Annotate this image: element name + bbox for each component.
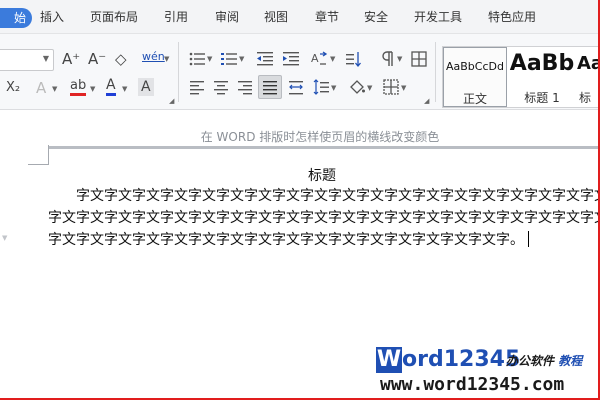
align-left-icon[interactable] — [188, 78, 206, 96]
body-paragraph[interactable]: 字文字文字文字文字文字文字文字文字文字文字文字文字文字文字文字文字文字文字文字文… — [48, 185, 600, 251]
dialog-launcher-icon[interactable]: ◢ — [169, 97, 174, 105]
phonetic-guide-button[interactable]: wén — [142, 48, 165, 66]
chevron-down-icon[interactable]: ▼ — [239, 55, 244, 63]
chevron-down-icon[interactable]: ▼ — [207, 55, 212, 63]
body-paragraph-text: 字文字文字文字文字文字文字文字文字文字文字文字文字文字文字文字文字文字文字文字文… — [48, 188, 600, 248]
tab-insert[interactable]: 插入 — [40, 9, 64, 25]
svg-text:A: A — [311, 52, 319, 65]
header-rule-line — [48, 146, 600, 149]
table-grid-icon[interactable] — [410, 50, 428, 68]
watermark-logo-text: ord12345 — [402, 347, 521, 372]
clear-format-button[interactable]: ◇ — [115, 50, 127, 68]
watermark-subtitle: 办公软件 教程 — [506, 352, 582, 369]
tab-security[interactable]: 安全 — [364, 9, 388, 25]
increase-indent-icon[interactable] — [282, 50, 300, 68]
style-preview: AaBbCcDd — [446, 60, 504, 73]
ribbon-tab-bar: 始 插入 页面布局 引用 审阅 视图 章节 安全 开发工具 特色应用 — [0, 0, 600, 34]
subscript-button[interactable]: X₂ — [6, 79, 20, 97]
style-label: 标题 1 — [524, 91, 560, 105]
align-center-icon[interactable] — [212, 78, 230, 96]
style-normal[interactable]: AaBbCcDd 正文 — [443, 47, 507, 107]
justify-icon — [263, 81, 277, 95]
font-name-select[interactable]: ▼ — [0, 49, 54, 71]
watermark-subtitle-left: 办公软件 — [506, 354, 555, 368]
show-hide-marks-icon[interactable] — [378, 50, 396, 68]
style-preview: AaBb — [509, 51, 575, 76]
decrease-indent-icon[interactable] — [256, 50, 274, 68]
font-color-button[interactable]: A — [106, 78, 116, 96]
chevron-down-icon: ▼ — [42, 54, 49, 63]
left-margin-marker: ▼ — [2, 234, 8, 242]
align-right-icon[interactable] — [236, 78, 254, 96]
text-direction-icon[interactable]: A — [310, 50, 328, 68]
chevron-down-icon[interactable]: ▼ — [122, 85, 127, 93]
grow-font-button[interactable]: A⁺ — [62, 50, 80, 68]
tab-developer-tools[interactable]: 开发工具 — [414, 9, 462, 25]
watermark-url: www.word12345.com — [380, 374, 565, 395]
char-shading-button[interactable]: A — [138, 78, 154, 96]
chevron-down-icon[interactable]: ▼ — [401, 84, 406, 92]
tab-chapter[interactable]: 章节 — [315, 9, 339, 25]
document-title[interactable]: 标题 — [0, 165, 600, 185]
style-heading-2[interactable]: Aa 标 — [575, 47, 600, 107]
tab-start[interactable]: 始 — [0, 8, 32, 28]
tab-page-layout[interactable]: 页面布局 — [90, 9, 138, 25]
ribbon-separator — [435, 42, 436, 102]
chevron-down-icon[interactable]: ▼ — [164, 55, 169, 63]
borders-icon[interactable] — [382, 78, 400, 96]
highlight-button[interactable]: ab — [70, 78, 87, 96]
style-label: 标 — [579, 91, 592, 105]
shrink-font-button[interactable]: A⁻ — [88, 50, 106, 68]
ribbon-toolbar: ▼ A⁺ A⁻ ◇ wén ▼ X₂ A ▼ ab ▼ A ▼ A ◢ ▼ ▼ … — [0, 34, 600, 110]
dialog-launcher-icon[interactable]: ◢ — [424, 97, 429, 105]
bullet-list-icon[interactable] — [188, 50, 206, 68]
margin-corner-mark — [48, 145, 49, 165]
numbered-list-icon[interactable] — [220, 50, 238, 68]
watermark-subtitle-right: 教程 — [558, 354, 583, 368]
distributed-align-icon[interactable] — [287, 78, 305, 96]
tab-references[interactable]: 引用 — [164, 9, 188, 25]
styles-gallery: AaBbCcDd 正文 AaBb 标题 1 Aa 标 — [442, 46, 600, 108]
text-cursor — [528, 231, 529, 247]
tab-review[interactable]: 审阅 — [215, 9, 239, 25]
chevron-down-icon[interactable]: ▼ — [397, 55, 402, 63]
sort-icon[interactable] — [344, 50, 362, 68]
watermark-logo: Word12345 — [376, 347, 520, 373]
line-spacing-icon[interactable] — [312, 78, 330, 96]
tab-view[interactable]: 视图 — [264, 9, 288, 25]
chevron-down-icon[interactable]: ▼ — [367, 84, 372, 92]
text-effect-button[interactable]: A — [36, 79, 46, 97]
chevron-down-icon[interactable]: ▼ — [52, 85, 57, 93]
shading-fill-icon[interactable] — [348, 78, 366, 96]
tab-special-apps[interactable]: 特色应用 — [488, 9, 536, 25]
watermark-logo-letter: W — [376, 347, 402, 373]
chevron-down-icon[interactable]: ▼ — [331, 84, 336, 92]
style-label: 正文 — [462, 92, 487, 106]
page-header-text[interactable]: 在 WORD 排版时怎样使页眉的横线改变颜色 — [0, 128, 600, 145]
ribbon-separator — [178, 42, 179, 102]
style-heading-1[interactable]: AaBb 标题 1 — [509, 47, 575, 107]
style-preview: Aa — [577, 53, 600, 74]
chevron-down-icon[interactable]: ▼ — [330, 55, 335, 63]
chevron-down-icon[interactable]: ▼ — [90, 85, 95, 93]
